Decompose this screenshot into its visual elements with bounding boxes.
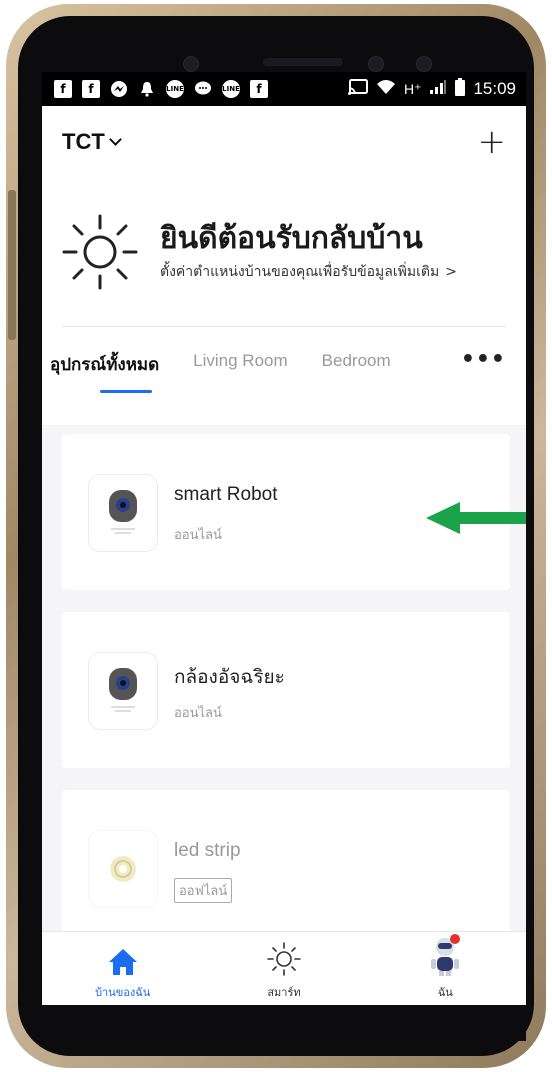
- front-sensor: [416, 56, 432, 72]
- nav-smart[interactable]: สมาร์ท: [203, 932, 364, 1005]
- led-strip-icon: [88, 830, 158, 908]
- app-screen: f f LINE LINE f H⁺ 15:09 TCT + ยินดีต้อน…: [42, 72, 526, 1005]
- camera-icon: [88, 652, 158, 730]
- chat-bubble-icon: [194, 80, 212, 98]
- proximity-sensor: [368, 56, 384, 72]
- facebook-icon: f: [250, 80, 268, 98]
- network-type: H⁺: [403, 80, 422, 97]
- device-card[interactable]: กล้องอัจฉริยะ ออนไลน์: [62, 612, 510, 768]
- nav-label: สมาร์ท: [267, 986, 301, 999]
- signal-icon: [429, 79, 447, 99]
- home-icon: [108, 949, 137, 975]
- tab-living-room[interactable]: Living Room: [193, 351, 288, 371]
- messenger-icon: [110, 80, 128, 98]
- device-name: led strip: [174, 840, 241, 861]
- chevron-down-icon: [108, 132, 122, 146]
- status-bar: f f LINE LINE f H⁺ 15:09: [42, 72, 526, 106]
- sun-icon: [267, 942, 301, 976]
- nav-my-home[interactable]: บ้านของฉัน: [42, 932, 203, 1005]
- line-icon: LINE: [166, 80, 184, 98]
- facebook-icon: f: [54, 80, 72, 98]
- phone-bottom-bezel: [42, 1005, 526, 1041]
- more-tabs-button[interactable]: •••: [461, 347, 506, 372]
- chevron-right-icon: >: [445, 264, 457, 280]
- add-device-button[interactable]: +: [478, 125, 507, 159]
- device-name: กล้องอัจฉริยะ: [174, 667, 285, 688]
- room-tabs: อุปกรณ์ทั้งหมด Living Room Bedroom •••: [42, 327, 526, 425]
- battery-icon: [455, 78, 466, 100]
- welcome-title: ยินดีต้อนรับกลับบ้าน: [160, 221, 423, 256]
- device-card[interactable]: led strip ออฟไลน์: [62, 790, 510, 946]
- home-selector[interactable]: TCT: [62, 129, 122, 155]
- device-status: ออฟไลน์: [174, 878, 233, 903]
- wifi-icon: [376, 79, 396, 99]
- device-name: smart Robot: [174, 484, 278, 505]
- nav-me[interactable]: ฉัน: [365, 932, 526, 1005]
- device-status: ออนไลน์: [174, 706, 222, 721]
- facebook-icon: f: [82, 80, 100, 98]
- bell-icon: [138, 80, 156, 98]
- earpiece-speaker: [263, 58, 343, 66]
- tab-bedroom[interactable]: Bedroom: [322, 351, 391, 371]
- home-name: TCT: [62, 129, 105, 154]
- robot-avatar-icon: [431, 934, 461, 976]
- front-camera: [183, 56, 199, 72]
- welcome-banner[interactable]: ยินดีต้อนรับกลับบ้าน ตั้งค่าตำแหน่งบ้านข…: [42, 178, 526, 326]
- nav-label: ฉัน: [437, 986, 453, 999]
- app-header: TCT +: [42, 106, 526, 178]
- welcome-subtitle: ตั้งค่าตำแหน่งบ้านของคุณเพื่อรับข้อมูลเพ…: [160, 264, 440, 280]
- clock: 15:09: [473, 79, 516, 98]
- active-tab-indicator: [100, 390, 152, 393]
- annotation-arrow-icon: [426, 502, 526, 534]
- camera-icon: [88, 474, 158, 552]
- tab-all-devices[interactable]: อุปกรณ์ทั้งหมด: [50, 351, 159, 378]
- device-status: ออนไลน์: [174, 528, 222, 543]
- bottom-navigation: บ้านของฉัน สมาร์ท ฉัน: [42, 931, 526, 1005]
- line-icon: LINE: [222, 80, 240, 98]
- sun-icon: [62, 214, 138, 290]
- cast-icon: [347, 79, 368, 99]
- side-button: [8, 190, 16, 340]
- nav-label: บ้านของฉัน: [95, 986, 151, 999]
